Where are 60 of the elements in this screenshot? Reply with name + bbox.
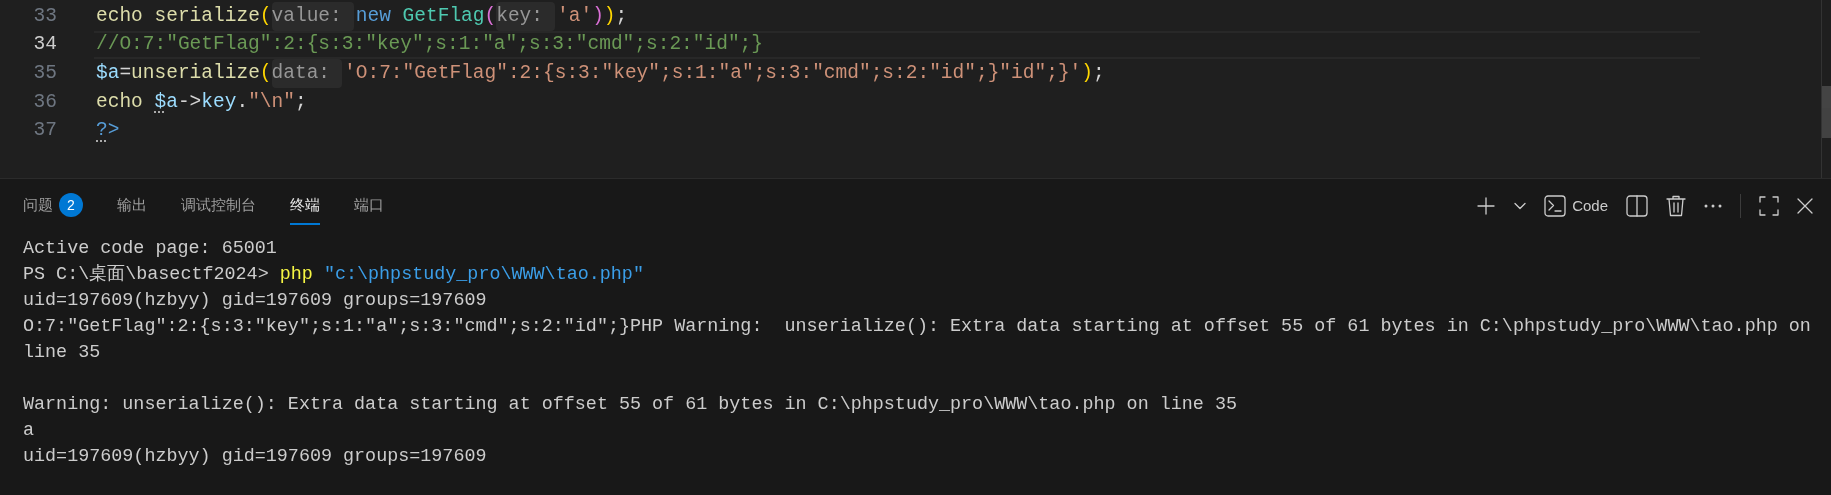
terminal-line: a — [23, 419, 36, 443]
code-token: echo — [96, 3, 144, 29]
code-token: . — [236, 89, 249, 115]
code-token: ? — [96, 118, 108, 144]
code-token: ; — [1093, 61, 1105, 87]
code-token: key — [201, 89, 237, 115]
code-token: ) — [603, 3, 616, 29]
terminal-line: uid=197609(hzbyy) gid=197609 groups=197609 — [23, 289, 488, 313]
trash-icon[interactable] — [1666, 195, 1686, 217]
inlay-hint: key: — [496, 1, 555, 31]
code-token: ( — [484, 3, 497, 29]
add-icon[interactable] — [1476, 196, 1497, 216]
panel-tab[interactable]: 输出 — [117, 187, 147, 225]
code-token: ; — [294, 89, 307, 115]
code-token: unserialize — [131, 61, 260, 87]
terminal-line: uid=197609(hzbyy) gid=197609 groups=197609 — [23, 445, 488, 469]
terminal-line: line 35 — [23, 341, 102, 365]
code-token: 'O:7:"GetFlag":2:{s:3:"key";s:1:"a";s:3:"cmd";s:2:"id";}"id";}' — [344, 61, 1082, 87]
terminal-line: Warning: unserialize(): Extra data starting at offset 55 of 61 bytes in C:\phpstudy_pro\WWW\tao.php on line 35 — [23, 393, 1238, 417]
panel-tab[interactable]: 调试控制台 — [181, 187, 256, 225]
code-token: = — [119, 61, 132, 87]
code-token: "\n" — [248, 89, 295, 115]
chevron-down-icon[interactable] — [1514, 202, 1527, 210]
terminal-line: O:7:"GetFlag":2:{s:3:"key";s:1:"a";s:3:"cmd";s:2:"id";}PHP Warning: unserialize(): Extra data starting at offset 55 of 61 bytes in C:\phpstudy_pro\WWW\tao.php on — [23, 315, 1812, 339]
inlay-hint: data: — [271, 59, 343, 89]
terminal-icon — [1544, 195, 1567, 217]
code-token: -> — [177, 89, 202, 115]
code-token: new — [355, 3, 392, 29]
code-token: ) — [1081, 61, 1093, 87]
inlay-hint: value: — [271, 1, 354, 31]
scrollbar-thumb[interactable] — [1822, 86, 1831, 138]
terminal-line: PS C:\桌面\basectf2024> php "c:\phpstudy_pro\WWW\tao.php" — [23, 263, 645, 287]
line-number: 37 — [32, 118, 57, 144]
code-token: GetFlag — [402, 3, 485, 29]
line-number: 36 — [32, 89, 57, 115]
code-token: a — [166, 89, 178, 115]
line-number: 33 — [32, 3, 57, 29]
count-badge: 2 — [59, 193, 83, 217]
more-icon[interactable] — [1704, 204, 1722, 208]
terminal-profile-button[interactable]: Code — [1544, 194, 1608, 218]
line-number: 34 — [32, 32, 57, 58]
terminal-line: Active code page: 65001 — [23, 237, 278, 261]
panel-tab[interactable]: 端口 — [354, 187, 384, 225]
code-token: 'a' — [557, 3, 593, 29]
code-token: ( — [259, 61, 272, 87]
code-token: //O:7:"GetFlag":2:{s:3:"key";s:1:"a";s:3:"cmd";s:2:"id";} — [96, 32, 763, 58]
code-token: > — [107, 118, 120, 144]
code-token: serialize — [154, 3, 260, 29]
split-icon[interactable] — [1626, 195, 1648, 217]
code-token: ( — [259, 3, 272, 29]
line-number: 35 — [32, 61, 57, 87]
panel-tab[interactable]: 问题 2 — [23, 187, 83, 225]
code-token: $a — [96, 61, 120, 87]
close-icon[interactable] — [1797, 198, 1813, 214]
code-token: echo — [96, 89, 144, 115]
maximize-icon[interactable] — [1759, 196, 1779, 216]
code-token: ) — [592, 3, 604, 29]
code-token: ; — [615, 3, 628, 29]
panel-tab[interactable]: 终端 — [290, 187, 320, 225]
code-token: $ — [154, 89, 167, 115]
